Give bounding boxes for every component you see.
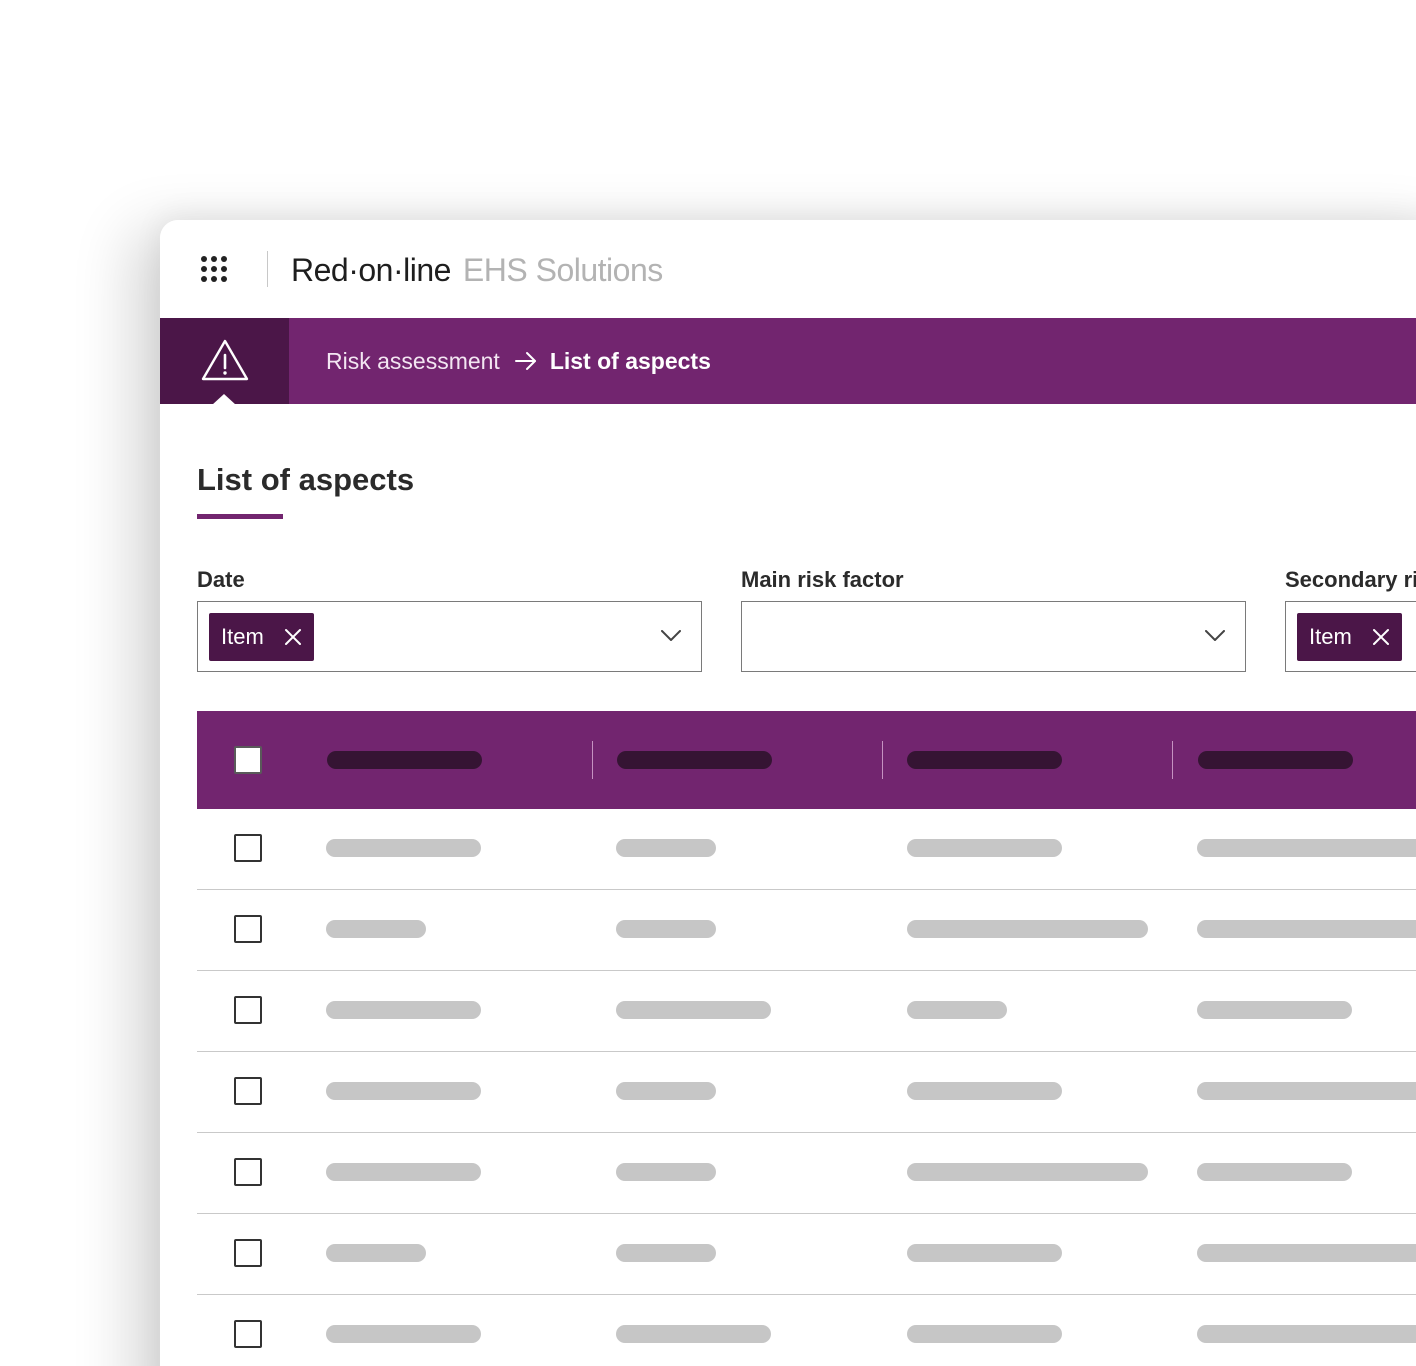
active-indicator [212,394,236,405]
stage: Red·on·line EHS Solutions Risk assessment [0,0,1416,1366]
cell-placeholder [326,1244,426,1262]
secondary-risk-filter-label: Secondary ri [1285,567,1416,592]
breadcrumb-parent[interactable]: Risk assessment [326,344,500,378]
cell-placeholder [326,1082,481,1100]
cell-placeholder [616,1082,716,1100]
cell-placeholder [907,1082,1062,1100]
cell-placeholder [907,920,1148,938]
cell-placeholder [1197,1325,1416,1343]
page-title: List of aspects [197,462,415,497]
column-divider[interactable] [592,741,593,779]
secondary-risk-filter-select[interactable]: Item [1285,601,1416,672]
main-risk-filter-label: Main risk factor [741,567,904,592]
column-header-placeholder[interactable] [617,751,772,769]
table-row[interactable] [197,809,1416,890]
app-bar-divider [267,251,268,287]
table-row[interactable] [197,890,1416,971]
cell-placeholder [616,1163,716,1181]
chip-label: Item [1309,624,1352,649]
select-all-checkbox[interactable] [234,746,262,774]
cell-placeholder [907,1001,1007,1019]
app-window: Red·on·line EHS Solutions Risk assessment [160,220,1416,1366]
column-header-placeholder[interactable] [907,751,1062,769]
column-header-placeholder[interactable] [1198,751,1353,769]
chevron-down-icon [1205,630,1225,641]
cell-placeholder [326,920,426,938]
date-filter-chip: Item [209,613,314,661]
main-risk-filter-select[interactable] [741,601,1246,672]
secondary-risk-filter-chip: Item [1297,613,1402,661]
row-checkbox[interactable] [234,1158,262,1186]
cell-placeholder [616,1244,716,1262]
app-bar: Red·on·line EHS Solutions [160,220,1416,318]
title-underline [197,514,283,519]
brand-name: Red·on·line [291,252,451,288]
cell-placeholder [1197,1163,1352,1181]
cell-placeholder [326,839,481,857]
table-row[interactable] [197,1214,1416,1295]
close-icon[interactable] [284,628,302,646]
cell-placeholder [907,1325,1062,1343]
arrow-right-icon [514,351,538,371]
cell-placeholder [326,1325,481,1343]
brand-subtitle: EHS Solutions [462,252,663,288]
chevron-down-icon [661,630,681,641]
row-checkbox[interactable] [234,834,262,862]
column-header-placeholder[interactable] [327,751,482,769]
table-row[interactable] [197,1052,1416,1133]
date-filter-select[interactable]: Item [197,601,702,672]
row-checkbox[interactable] [234,915,262,943]
table-row[interactable] [197,1295,1416,1366]
row-checkbox[interactable] [234,1239,262,1267]
cell-placeholder [1197,839,1416,857]
cell-placeholder [616,1001,771,1019]
cell-placeholder [616,839,716,857]
chip-label: Item [221,624,264,649]
row-checkbox[interactable] [234,996,262,1024]
module-tile[interactable] [160,318,289,405]
row-checkbox[interactable] [234,1077,262,1105]
brand-logo[interactable]: Red·on·line EHS Solutions [291,250,663,290]
column-divider[interactable] [882,741,883,779]
breadcrumb-current: List of aspects [549,348,711,374]
aspects-table [197,711,1416,1366]
date-filter-label: Date [197,567,245,592]
cell-placeholder [907,839,1062,857]
column-divider[interactable] [1172,741,1173,779]
breadcrumb-bar: Risk assessment List of aspects [160,318,1416,405]
row-checkbox[interactable] [234,1320,262,1348]
close-icon[interactable] [1372,628,1390,646]
cell-placeholder [326,1163,481,1181]
cell-placeholder [1197,920,1416,938]
apps-grid-icon[interactable] [201,256,227,282]
cell-placeholder [1197,1082,1416,1100]
cell-placeholder [616,920,716,938]
warning-triangle-icon [201,339,249,381]
cell-placeholder [326,1001,481,1019]
cell-placeholder [1197,1244,1416,1262]
breadcrumb: Risk assessment List of aspects [326,344,711,378]
cell-placeholder [907,1163,1148,1181]
cell-placeholder [1197,1001,1352,1019]
table-row[interactable] [197,1133,1416,1214]
cell-placeholder [907,1244,1062,1262]
cell-placeholder [616,1325,771,1343]
table-row[interactable] [197,971,1416,1052]
table-header [197,711,1416,809]
